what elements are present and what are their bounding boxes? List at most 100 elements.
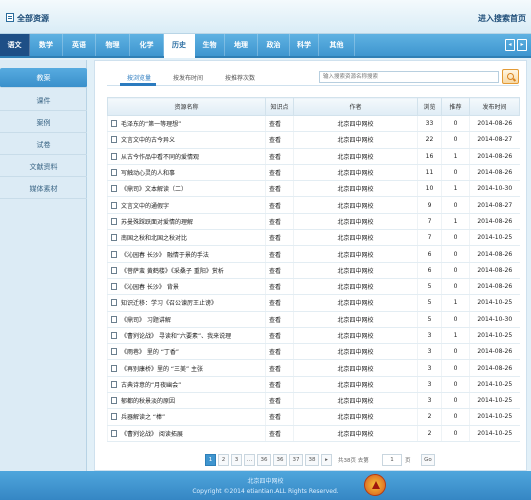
page-button[interactable]: 36 [257, 454, 271, 466]
subject-tab-chemistry[interactable]: 化学 [130, 34, 164, 56]
resource-title[interactable]: 《沁园春 长沙》 融情于景的手法 [121, 252, 209, 259]
page-button[interactable]: 2 [218, 454, 229, 466]
resource-title-link[interactable]: 文言文中的通假字 [107, 196, 266, 214]
sidebar-item-media[interactable]: 媒体素材 [0, 179, 87, 199]
sidebar-item-cases[interactable]: 案例 [0, 113, 87, 133]
subject-tab-history[interactable]: 历史 [164, 34, 195, 58]
search-input[interactable] [319, 71, 499, 83]
resource-title[interactable]: 兵器解读之 “棒” [121, 414, 165, 421]
sidebar-item-exams[interactable]: 试卷 [0, 135, 87, 155]
resource-title-link[interactable]: 苏曼殊踩跃面对爱情的理解 [107, 213, 266, 231]
resource-title-link[interactable]: 古典诗意的“月夜幽会” [107, 376, 266, 394]
knowledge-view-link[interactable]: 查看 [265, 278, 294, 296]
resource-title-link[interactable]: 《曹刿论战》 阅读拓展 [107, 425, 266, 442]
resource-title-link[interactable]: 《沁园春 长沙》 融情于景的手法 [107, 245, 266, 263]
header-views: 浏览 [417, 97, 442, 116]
subject-tab-physics[interactable]: 物理 [96, 34, 130, 56]
sidebar-item-lesson-plans[interactable]: 教案 [0, 68, 87, 88]
subject-tab-science[interactable]: 科学 [290, 34, 319, 56]
recommend-cell: 0 [441, 343, 470, 361]
knowledge-view-link[interactable]: 查看 [265, 311, 294, 328]
resource-title-link[interactable]: 《鼎司》文本解读（二） [107, 180, 266, 198]
knowledge-view-link[interactable]: 查看 [265, 196, 294, 214]
views-cell: 5 [417, 311, 442, 328]
knowledge-view-link[interactable]: 查看 [265, 408, 294, 426]
resource-title[interactable]: 郁都的秋景淡的原因 [121, 398, 175, 405]
scroll-left-icon[interactable]: ◂ [505, 39, 515, 51]
subject-tab-biology[interactable]: 生物 [195, 34, 225, 56]
resource-title[interactable]: 《曹刿论战》 寻读和“六要素”、我来说理 [121, 333, 231, 340]
resource-title-link[interactable]: 《再别康桥》里的 “三美” 主张 [107, 359, 266, 377]
page-number-input[interactable]: 1 [382, 454, 402, 466]
knowledge-view-link[interactable]: 查看 [265, 262, 294, 279]
knowledge-view-link[interactable]: 查看 [265, 425, 294, 442]
resource-title[interactable]: 毛泽东的“第一等理想” [121, 121, 181, 128]
subject-tab-politics[interactable]: 政治 [258, 34, 290, 56]
knowledge-view-link[interactable]: 查看 [265, 392, 294, 410]
resource-title-link[interactable]: 文言文中的古今异义 [107, 131, 266, 149]
resource-title-link[interactable]: 《曹刿论战》 寻读和“六要素”、我来说理 [107, 327, 266, 345]
resource-title[interactable]: 《沁园春 长沙》 背景 [121, 284, 179, 291]
go-button[interactable]: Go [421, 454, 435, 466]
sidebar-item-documents[interactable]: 文献资料 [0, 157, 87, 177]
resource-title[interactable]: 知识迁移：学习《召公谏厉王止谤》 [121, 300, 217, 307]
resource-title[interactable]: 《再别康桥》里的 “三美” 主张 [121, 366, 203, 373]
knowledge-view-link[interactable]: 查看 [265, 294, 294, 312]
search-portal-link[interactable]: 进入搜索首页 [478, 13, 526, 24]
knowledge-view-link[interactable]: 查看 [265, 164, 294, 182]
sort-tab-recommend[interactable]: 按推荐次数 [225, 73, 255, 82]
knowledge-view-link[interactable]: 查看 [265, 245, 294, 263]
resource-title-link[interactable]: 南国之秋和北国之秋对比 [107, 229, 266, 247]
resource-title-link[interactable]: 毛泽东的“第一等理想” [107, 115, 266, 133]
page-button[interactable]: 1 [205, 454, 216, 466]
page-button[interactable]: 37 [289, 454, 303, 466]
resource-title-link[interactable]: 《菩萨蛮 黄鹤楼》《采桑子 重阳》赏析 [107, 262, 266, 279]
subject-tab-english[interactable]: 英语 [63, 34, 96, 56]
table-row: 《鼎司》文本解读（二） 查看 北京四中网校 10 1 2014-10-30 [107, 180, 520, 198]
knowledge-view-link[interactable]: 查看 [265, 327, 294, 345]
resource-title[interactable]: 《鼎司》 习题讲解 [121, 317, 171, 324]
search-icon[interactable] [502, 69, 519, 84]
resource-title-link[interactable]: 郁都的秋景淡的原因 [107, 392, 266, 410]
scroll-right-icon[interactable]: ▸ [517, 39, 527, 51]
resource-title[interactable]: 从古今作品中看不同的爱情观 [121, 154, 199, 161]
resource-title[interactable]: 文言文中的通假字 [121, 203, 169, 210]
subject-tab-math[interactable]: 数学 [30, 34, 63, 56]
document-icon [111, 250, 117, 258]
knowledge-view-link[interactable]: 查看 [265, 148, 294, 165]
sidebar-item-courseware[interactable]: 课件 [0, 91, 87, 111]
page-button[interactable]: 38 [305, 454, 319, 466]
resource-title[interactable]: 古典诗意的“月夜幽会” [121, 382, 181, 389]
resource-title-link[interactable]: 知识迁移：学习《召公谏厉王止谤》 [107, 294, 266, 312]
page-button[interactable]: 3 [231, 454, 242, 466]
resource-title[interactable]: 苏曼殊踩跃面对爱情的理解 [121, 219, 193, 226]
knowledge-view-link[interactable]: 查看 [265, 213, 294, 231]
knowledge-view-link[interactable]: 查看 [265, 376, 294, 394]
resource-title[interactable]: 文言文中的古今异义 [121, 137, 175, 144]
resource-title-link[interactable]: 《沁园春 长沙》 背景 [107, 278, 266, 296]
resource-title-link[interactable]: 兵器解读之 “棒” [107, 408, 266, 426]
knowledge-view-link[interactable]: 查看 [265, 131, 294, 149]
knowledge-view-link[interactable]: 查看 [265, 343, 294, 361]
resource-title[interactable]: 《菩萨蛮 黄鹤楼》《采桑子 重阳》赏析 [121, 268, 224, 275]
knowledge-view-link[interactable]: 查看 [265, 115, 294, 133]
resource-title-link[interactable]: 从古今作品中看不同的爱情观 [107, 148, 266, 165]
resource-title-link[interactable]: 写触动心灵的人和事 [107, 164, 266, 182]
sort-tab-views[interactable]: 按浏览量 [127, 73, 151, 82]
subject-tab-chinese[interactable]: 语文 [0, 34, 30, 56]
resource-title[interactable]: 南国之秋和北国之秋对比 [121, 235, 187, 242]
knowledge-view-link[interactable]: 查看 [265, 229, 294, 247]
resource-title[interactable]: 写触动心灵的人和事 [121, 170, 175, 177]
resource-title-link[interactable]: 《鼎司》 习题讲解 [107, 311, 266, 328]
next-page-icon[interactable]: ▸ [321, 454, 332, 466]
subject-tab-geography[interactable]: 地理 [225, 34, 258, 56]
knowledge-view-link[interactable]: 查看 [265, 180, 294, 198]
resource-title[interactable]: 《雨巷》 里的 “丁香” [121, 349, 179, 356]
page-button[interactable]: 36 [273, 454, 287, 466]
resource-title-link[interactable]: 《雨巷》 里的 “丁香” [107, 343, 266, 361]
sort-tab-date[interactable]: 按发布时间 [173, 73, 203, 82]
knowledge-view-link[interactable]: 查看 [265, 359, 294, 377]
resource-title[interactable]: 《曹刿论战》 阅读拓展 [121, 431, 183, 438]
subject-tab-other[interactable]: 其他 [319, 34, 355, 56]
resource-title[interactable]: 《鼎司》文本解读（二） [121, 186, 187, 193]
